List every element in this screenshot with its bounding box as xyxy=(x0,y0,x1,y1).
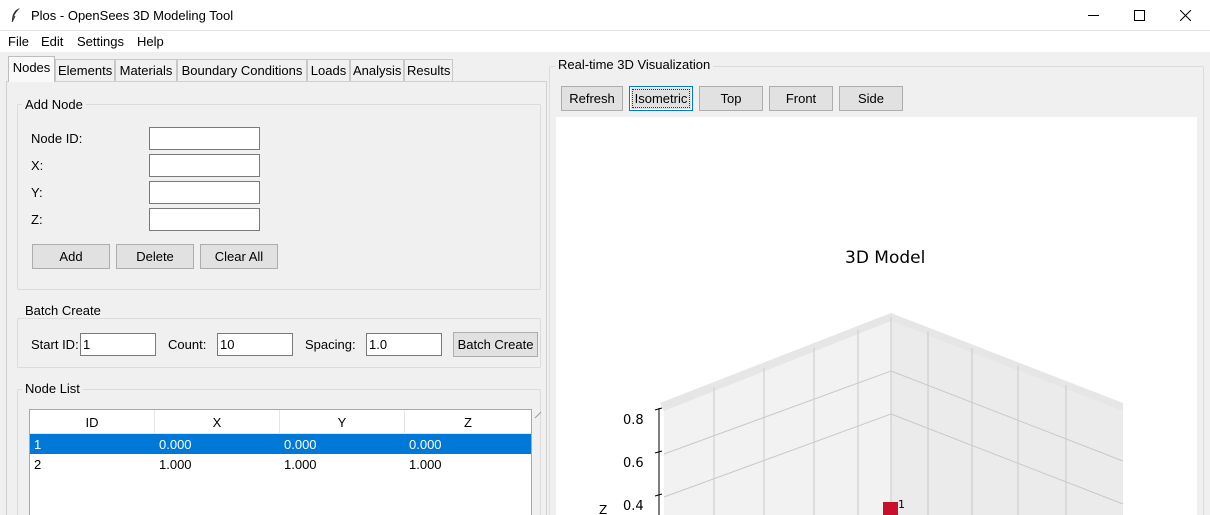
y-field[interactable] xyxy=(149,181,260,204)
feather-icon xyxy=(11,8,20,23)
title-bar: Plos - OpenSees 3D Modeling Tool xyxy=(0,0,1210,31)
node-label: 1 xyxy=(898,498,905,511)
z-tick-label: 0.6 xyxy=(623,456,644,471)
add-node-title: Add Node xyxy=(22,97,86,112)
tab-elements[interactable]: Elements xyxy=(55,59,115,81)
node-id-label: Node ID: xyxy=(31,131,83,146)
batch-create-title: Batch Create xyxy=(22,303,104,318)
column-header-x[interactable]: X xyxy=(155,410,280,434)
y-label: Y: xyxy=(31,185,43,200)
spacing-field[interactable] xyxy=(366,333,442,356)
cell-z: 0.000 xyxy=(409,437,442,452)
tab-boundary-conditions[interactable]: Boundary Conditions xyxy=(177,59,307,81)
cell-x: 0.000 xyxy=(159,437,192,452)
node-id-field[interactable] xyxy=(149,127,260,150)
clear-all-button[interactable]: Clear All xyxy=(200,244,278,269)
tab-analysis[interactable]: Analysis xyxy=(350,59,404,81)
minimize-icon xyxy=(1087,15,1099,16)
menu-bar: File Edit Settings Help xyxy=(0,31,1210,52)
count-field[interactable] xyxy=(217,333,293,356)
cell-id: 2 xyxy=(34,457,42,472)
window-title: Plos - OpenSees 3D Modeling Tool xyxy=(31,8,234,23)
delete-button[interactable]: Delete xyxy=(116,244,194,269)
z-tick-label: 0.4 xyxy=(623,499,644,514)
cell-x: 1.000 xyxy=(159,457,192,472)
z-axis-label: Z xyxy=(599,503,608,515)
maximize-button[interactable] xyxy=(1116,0,1162,31)
table-row[interactable]: 2 1.000 1.000 1.000 xyxy=(30,454,531,474)
menu-settings[interactable]: Settings xyxy=(77,34,124,49)
start-id-label: Start ID: xyxy=(31,337,79,352)
tab-results[interactable]: Results xyxy=(404,59,453,81)
node-list-table[interactable]: ID X Y Z 1 0.000 0.000 0.000 2 1.000 1.0… xyxy=(29,409,532,515)
count-label: Count: xyxy=(168,337,207,352)
cell-id: 1 xyxy=(34,437,42,452)
tab-nodes[interactable]: Nodes xyxy=(8,56,55,82)
close-button[interactable] xyxy=(1162,0,1208,31)
tab-loads[interactable]: Loads xyxy=(307,59,350,81)
z-label: Z: xyxy=(31,212,43,227)
close-icon xyxy=(1179,10,1191,21)
node-list-title: Node List xyxy=(22,381,83,396)
menu-help[interactable]: Help xyxy=(137,34,164,49)
table-row[interactable]: 1 0.000 0.000 0.000 xyxy=(30,434,531,454)
start-id-field[interactable] xyxy=(80,333,156,356)
minimize-button[interactable] xyxy=(1070,0,1116,31)
z-field[interactable] xyxy=(149,208,260,231)
left-pane xyxy=(664,317,891,515)
cell-y: 1.000 xyxy=(284,457,317,472)
visualization-title: Real-time 3D Visualization xyxy=(555,57,714,72)
3d-axes xyxy=(654,313,1124,515)
column-header-id[interactable]: ID xyxy=(30,410,155,434)
plot-canvas[interactable]: 3D Model 0.8 0.6 0.4 Z 1 xyxy=(556,117,1197,515)
maximize-icon xyxy=(1133,10,1145,21)
resize-grip-icon xyxy=(534,411,542,419)
side-view-button[interactable]: Side xyxy=(839,86,903,111)
menu-edit[interactable]: Edit xyxy=(41,34,63,49)
spacing-label: Spacing: xyxy=(305,337,356,352)
x-field[interactable] xyxy=(149,154,260,177)
node-marker-1[interactable] xyxy=(883,502,898,515)
z-tick-label: 0.8 xyxy=(623,413,644,428)
refresh-button[interactable]: Refresh xyxy=(561,86,623,111)
column-header-y[interactable]: Y xyxy=(280,410,405,434)
tab-materials[interactable]: Materials xyxy=(115,59,177,81)
front-view-button[interactable]: Front xyxy=(769,86,833,111)
x-label: X: xyxy=(31,158,44,173)
cell-z: 1.000 xyxy=(409,457,442,472)
cell-y: 0.000 xyxy=(284,437,317,452)
menu-file[interactable]: File xyxy=(8,34,29,49)
add-button[interactable]: Add xyxy=(32,244,110,269)
batch-create-button[interactable]: Batch Create xyxy=(453,332,538,357)
isometric-button[interactable]: Isometric xyxy=(629,86,693,111)
top-view-button[interactable]: Top xyxy=(699,86,763,111)
column-header-z[interactable]: Z xyxy=(405,410,531,434)
